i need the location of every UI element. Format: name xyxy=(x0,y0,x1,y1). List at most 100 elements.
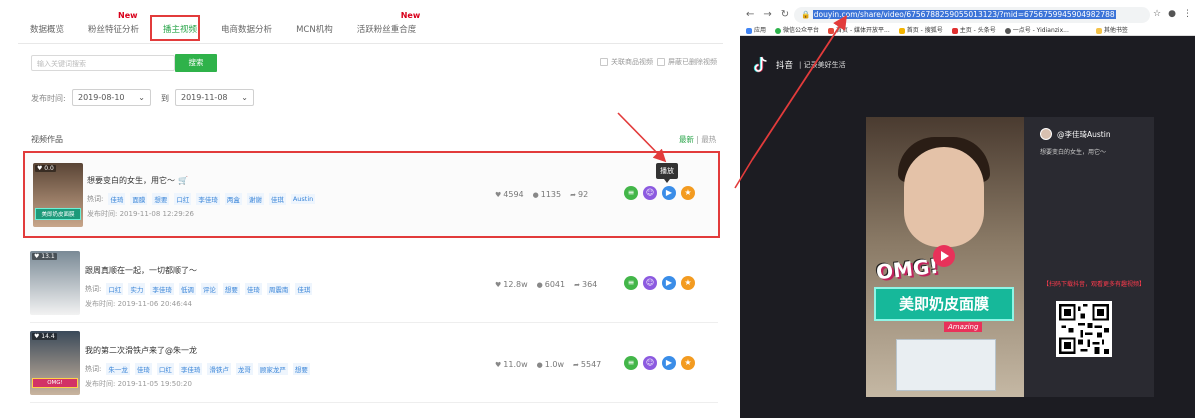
video-actions: ≡ ☺ ▶ ★ xyxy=(624,276,695,290)
author-info[interactable]: @李佳琦Austin xyxy=(1040,128,1111,140)
related-goods-checkbox[interactable]: 关联商品视频 xyxy=(600,57,653,67)
bookmark-item[interactable]: 主页 - 头条号 xyxy=(951,25,996,37)
hot-word-tag[interactable]: 谢谢 xyxy=(246,193,264,205)
star-icon[interactable]: ★ xyxy=(681,186,695,200)
play-tooltip: 播放 xyxy=(656,163,678,183)
address-bar[interactable]: 🔒 douyin.com/share/video/675678825905501… xyxy=(794,7,1150,23)
hot-word-tag[interactable]: 滑铁卢 xyxy=(207,363,231,375)
forward-icon[interactable]: → xyxy=(763,9,771,20)
share-count: ➦ 92 xyxy=(570,190,589,199)
play-icon[interactable] xyxy=(933,245,955,267)
lock-icon: 🔒 xyxy=(801,10,811,19)
tab-active-fans-overlap[interactable]: New 活跃粉丝重合度 xyxy=(345,11,429,43)
menu-icon[interactable]: ⋮ xyxy=(1183,9,1192,19)
play-icon[interactable]: ▶ xyxy=(662,356,676,370)
video-actions: ≡ ☺ ▶ ★ xyxy=(624,186,695,200)
video-title[interactable]: 跟周真顺在一起，一切都顺了～ xyxy=(85,265,197,276)
end-date-select[interactable]: 2019-11-08 ⌄ xyxy=(175,89,254,106)
hot-word-tag[interactable]: 佳琦 xyxy=(108,193,126,205)
section-title: 视频作品 xyxy=(31,135,63,144)
video-row[interactable]: ♥ 0.0 美即奶皮面膜 想要变白的女生，用它～ 🛒 热词: 佳琦 面膜 想要 口… xyxy=(23,151,720,238)
video-row[interactable]: ♥ 13.1 跟周真顺在一起，一切都顺了～ 热词: 口红 实力 李佳琦 低调 评… xyxy=(30,243,718,323)
video-title[interactable]: 我的第二次滑铁卢来了@朱一龙 xyxy=(85,345,197,356)
tab-fans-features[interactable]: New 粉丝特征分析 xyxy=(76,11,151,43)
hot-word-tag[interactable]: 朱一龙 xyxy=(106,363,130,375)
date-to-label: 到 xyxy=(161,94,169,103)
sort-toggle: 最新 | 最热 xyxy=(679,134,716,145)
hot-word-tag[interactable]: 口红 xyxy=(174,193,192,205)
hot-word-tag[interactable]: 佳琪 xyxy=(295,283,313,295)
fans-icon[interactable]: ☺ xyxy=(643,186,657,200)
hot-word-tag[interactable]: 口红 xyxy=(106,283,124,295)
hot-word-tag[interactable]: 龙哥 xyxy=(235,363,253,375)
hot-word-tag[interactable]: 李佳琦 xyxy=(150,283,174,295)
video-thumbnail[interactable]: ♥ 13.1 xyxy=(30,251,80,315)
video-row[interactable]: ♥ 14.4 OMG! 我的第二次滑铁卢来了@朱一龙 热词: 朱一龙 佳琦 口红… xyxy=(30,323,718,403)
hot-word-tag[interactable]: 佳琦 xyxy=(134,363,152,375)
bookmark-item[interactable]: 微信公众平台 xyxy=(775,25,819,37)
fans-icon[interactable]: ☺ xyxy=(643,356,657,370)
star-icon[interactable]: ★ xyxy=(681,276,695,290)
like-count: ♥ 4594 xyxy=(495,190,524,199)
hot-word-tag[interactable]: 两盒 xyxy=(224,193,242,205)
tab-overview[interactable]: 数据概览 xyxy=(18,23,76,43)
shopping-cart-icon: 🛒 xyxy=(178,176,188,185)
start-date-select[interactable]: 2019-08-10 ⌄ xyxy=(72,89,151,106)
video-stats: ♥ 4594 ● 1135 ➦ 92 xyxy=(495,190,588,199)
bookmark-item[interactable]: 一点号 - Yidianzix... xyxy=(1004,25,1069,37)
hot-word-tag[interactable]: 佳琪 xyxy=(268,193,286,205)
bookmark-item[interactable]: 首页 - 媒体开放平... xyxy=(828,25,890,37)
tab-label: 电商数据分析 xyxy=(221,25,273,35)
hot-word-tag[interactable]: 面膜 xyxy=(130,193,148,205)
app-slogan: | 记录美好生活 xyxy=(799,61,846,69)
thumbnail-caption: OMG! xyxy=(32,378,78,388)
hot-word-tag[interactable]: 想要 xyxy=(222,283,240,295)
list-icon[interactable]: ≡ xyxy=(624,356,638,370)
list-icon[interactable]: ≡ xyxy=(624,276,638,290)
video-player[interactable]: OMG! 美即奶皮面膜 Amazing xyxy=(866,117,1024,397)
hot-word-tag[interactable]: 周震南 xyxy=(266,283,291,295)
video-omg-text: OMG! xyxy=(874,253,940,285)
hot-word-tag[interactable]: 想要 xyxy=(152,193,170,205)
hot-word-tag[interactable]: 口红 xyxy=(156,363,174,375)
star-icon[interactable]: ☆ xyxy=(1153,9,1161,19)
sort-newest[interactable]: 最新 xyxy=(679,135,694,144)
comment-count: ● 1.0w xyxy=(536,360,565,369)
tab-label: 活跃粉丝重合度 xyxy=(356,25,417,35)
back-icon[interactable]: ← xyxy=(746,9,754,20)
hot-word-tag[interactable]: 顾家龙严 xyxy=(257,363,288,375)
hot-word-tag[interactable]: 想要 xyxy=(292,363,310,375)
video-thumbnail[interactable]: ♥ 14.4 OMG! xyxy=(30,331,80,395)
hot-word-tag[interactable]: Austin xyxy=(290,194,316,204)
star-icon[interactable]: ★ xyxy=(681,356,695,370)
hot-word-tag[interactable]: 实力 xyxy=(128,283,146,295)
hot-word-tag[interactable]: 李佳琦 xyxy=(196,193,220,205)
comment-icon: ● xyxy=(536,361,543,369)
bookmark-item[interactable]: 其他书签 xyxy=(1095,25,1128,37)
play-icon[interactable]: ▶ xyxy=(662,186,676,200)
hot-word-tag[interactable]: 低调 xyxy=(178,283,196,295)
hot-word-tag[interactable]: 评论 xyxy=(200,283,218,295)
tab-mcn[interactable]: MCN机构 xyxy=(284,23,345,43)
hot-word-tag[interactable]: 佳琦 xyxy=(244,283,262,295)
hot-words: 热词: 朱一龙 佳琦 口红 李佳琦 滑铁卢 龙哥 顾家龙严 想要 xyxy=(85,363,310,375)
list-icon[interactable]: ≡ xyxy=(624,186,638,200)
account-icon[interactable]: ● xyxy=(1168,9,1176,19)
reload-icon[interactable]: ↻ xyxy=(781,9,789,20)
hot-word-tag[interactable]: 李佳琦 xyxy=(178,363,203,375)
bookmark-item[interactable]: 应用 xyxy=(746,25,766,37)
sort-hottest[interactable]: 最热 xyxy=(701,135,716,144)
video-amazing-label: Amazing xyxy=(944,322,983,332)
tab-label: 数据概览 xyxy=(30,25,65,35)
search-button[interactable]: 搜索 xyxy=(175,54,217,72)
checkbox-box xyxy=(657,58,665,66)
video-thumbnail[interactable]: ♥ 0.0 美即奶皮面膜 xyxy=(33,163,83,227)
tab-ecommerce[interactable]: 电商数据分析 xyxy=(209,23,284,43)
avatar xyxy=(1040,128,1052,140)
bookmark-item[interactable]: 首页 - 搜狐号 xyxy=(898,25,943,37)
fans-icon[interactable]: ☺ xyxy=(643,276,657,290)
hide-deleted-checkbox[interactable]: 屏蔽已删除视频 xyxy=(657,57,717,67)
play-icon[interactable]: ▶ xyxy=(662,276,676,290)
video-title[interactable]: 想要变白的女生，用它～ 🛒 xyxy=(87,175,188,186)
search-input[interactable]: 输入关键词搜索 xyxy=(31,55,175,71)
